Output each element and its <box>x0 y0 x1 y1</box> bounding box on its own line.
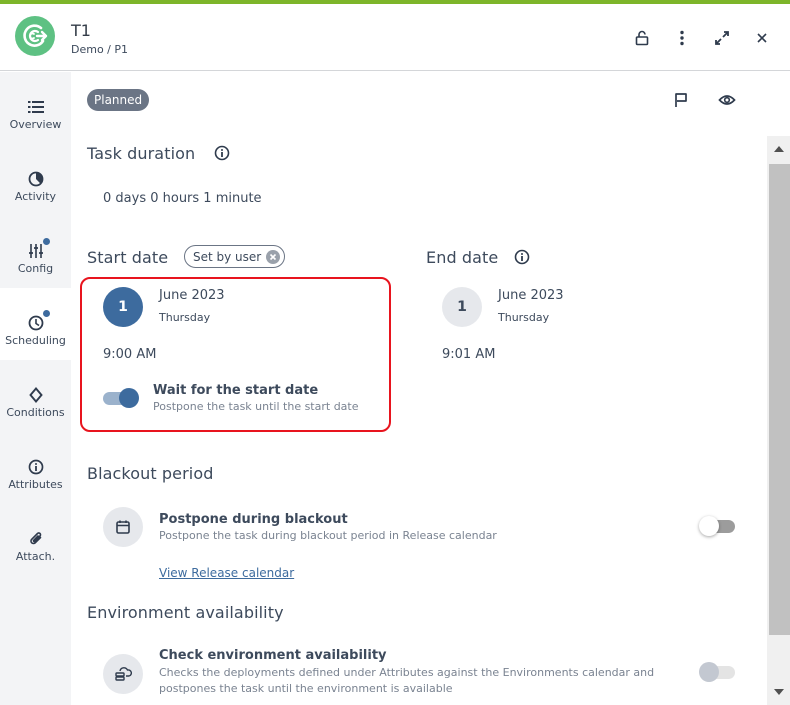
end-time: 9:01 AM <box>442 347 496 362</box>
sidebar-nav: Overview Activity Config Scheduling Cond… <box>0 72 71 705</box>
sliders-icon <box>27 238 50 260</box>
start-weekday: Thursday <box>159 311 211 324</box>
scrollbar-thumb[interactable] <box>769 164 790 635</box>
start-day-circle[interactable]: 1 <box>103 287 143 327</box>
sidebar-item-label: Attributes <box>8 478 63 491</box>
list-icon <box>27 98 45 116</box>
task-duration-heading: Task duration <box>87 144 196 163</box>
sidebar-item-activity[interactable]: Activity <box>0 144 71 216</box>
breadcrumb[interactable]: Demo / P1 <box>71 43 128 56</box>
close-icon[interactable] <box>752 28 772 48</box>
sidebar-item-attributes[interactable]: Attributes <box>0 432 71 504</box>
end-date-info-icon[interactable] <box>514 249 530 265</box>
check-environment-toggle[interactable] <box>699 662 737 682</box>
scroll-down-arrow-icon[interactable] <box>767 679 790 705</box>
sidebar-item-label: Attach. <box>15 550 56 563</box>
chip-label: Set by user <box>193 249 262 264</box>
environment-description-line1: Checks the deployments defined under Att… <box>159 666 655 679</box>
end-date-heading: End date <box>426 248 499 267</box>
expand-icon[interactable] <box>712 28 732 48</box>
activity-pie-icon <box>27 170 45 188</box>
sidebar-item-label: Conditions <box>6 406 65 419</box>
clear-chip-icon[interactable] <box>266 249 281 264</box>
release-logo-icon <box>15 16 55 56</box>
end-weekday: Thursday <box>498 311 550 324</box>
unlock-icon[interactable] <box>632 28 652 48</box>
sidebar-item-config[interactable]: Config <box>0 216 71 288</box>
start-month-year[interactable]: June 2023 <box>159 288 225 303</box>
paperclip-icon <box>27 530 45 548</box>
scheduling-panel: Planned Task duration 0 days 0 hours 1 m… <box>71 72 790 705</box>
flag-icon[interactable] <box>672 91 690 109</box>
wait-toggle-description: Postpone the task until the start date <box>153 400 359 413</box>
task-duration-info-icon[interactable] <box>214 145 230 161</box>
notification-dot <box>42 238 50 245</box>
calendar-icon <box>103 507 143 547</box>
environment-icon <box>103 654 143 694</box>
environment-title: Check environment availability <box>159 648 387 663</box>
scroll-up-arrow-icon[interactable] <box>767 136 790 162</box>
eye-icon[interactable] <box>718 91 736 109</box>
start-time[interactable]: 9:00 AM <box>103 347 156 362</box>
blackout-heading: Blackout period <box>87 464 214 483</box>
clock-icon <box>27 310 50 332</box>
postpone-blackout-toggle[interactable] <box>699 516 737 536</box>
end-day-circle: 1 <box>442 287 482 327</box>
status-badge: Planned <box>87 89 150 111</box>
set-by-user-chip: Set by user <box>184 245 286 268</box>
environment-heading: Environment availability <box>87 603 284 622</box>
task-duration-value: 0 days 0 hours 1 minute <box>103 191 262 206</box>
toggle-knob <box>699 516 719 536</box>
more-vertical-icon[interactable] <box>672 28 692 48</box>
diamond-icon <box>27 386 45 404</box>
environment-description-line2: postpones the task until the environment… <box>159 682 453 695</box>
blackout-title: Postpone during blackout <box>159 512 348 527</box>
info-icon <box>27 458 45 476</box>
sidebar-item-label: Activity <box>14 190 57 203</box>
vertical-scrollbar[interactable] <box>767 136 790 705</box>
sidebar-item-label: Overview <box>9 118 62 131</box>
sidebar-item-scheduling[interactable]: Scheduling <box>0 288 71 360</box>
start-date-heading: Start date <box>87 248 169 267</box>
sidebar-item-attachments[interactable]: Attach. <box>0 504 71 576</box>
wait-toggle-title: Wait for the start date <box>153 383 319 398</box>
sidebar-item-overview[interactable]: Overview <box>0 72 71 144</box>
sidebar-item-conditions[interactable]: Conditions <box>0 360 71 432</box>
task-title: T1 <box>71 21 91 40</box>
wait-for-start-toggle[interactable] <box>101 388 139 408</box>
sidebar-item-label: Scheduling <box>5 334 66 347</box>
blackout-description: Postpone the task during blackout period… <box>159 529 497 542</box>
notification-dot <box>42 310 50 317</box>
view-release-calendar-link[interactable]: View Release calendar <box>159 566 294 580</box>
sidebar-item-label: Config <box>17 262 54 275</box>
task-header: T1 Demo / P1 <box>0 4 790 71</box>
toggle-knob <box>119 388 139 408</box>
toggle-knob <box>699 662 719 682</box>
end-month-year: June 2023 <box>498 288 564 303</box>
